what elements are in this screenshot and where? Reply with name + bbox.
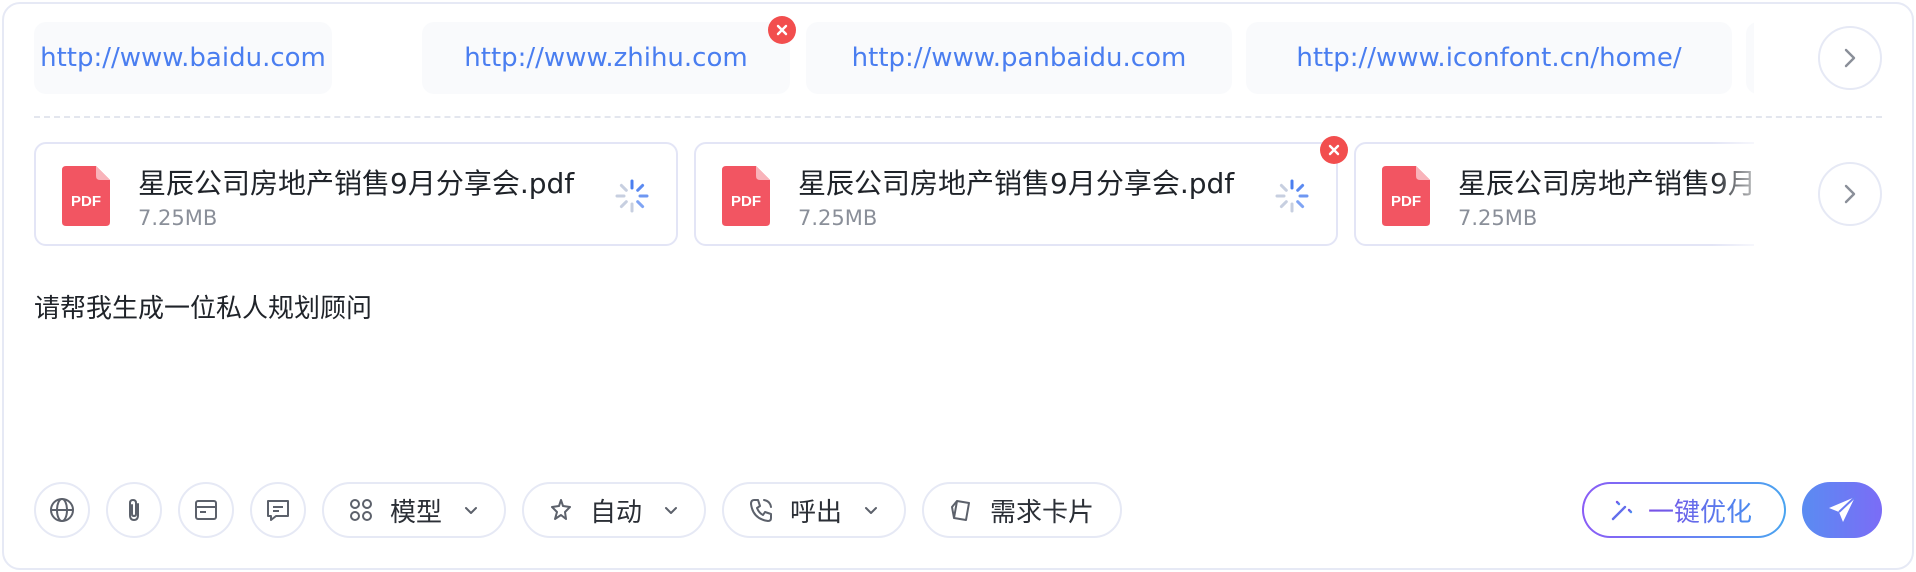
prompt-input[interactable]: 请帮我生成一位私人规划顾问	[34, 288, 372, 325]
link-url: http://www.baidu.com	[40, 43, 326, 73]
pdf-file-icon: PDF	[62, 166, 110, 226]
file-card[interactable]: PDF 星辰公司房地产销售9月分享会.pdf 7.25MB	[694, 142, 1338, 246]
link-chip[interactable]: http://www.iconfont.cn/home/	[1246, 22, 1732, 94]
cards-icon	[951, 500, 970, 521]
send-paper-plane-icon	[1829, 496, 1856, 522]
globe-icon	[50, 498, 74, 522]
attach-file-button[interactable]	[106, 482, 162, 538]
file-card[interactable]: PDF 星辰公司房地产销售9月分享会.pdf 7.25MB	[1354, 142, 1754, 246]
link-chip[interactable]: http://www.baidu.com	[34, 22, 332, 94]
link-chip[interactable]: http://www.zhihu.com	[422, 22, 790, 94]
browser-window-icon	[195, 500, 217, 520]
model-select[interactable]: 模型	[322, 482, 506, 538]
chevron-down-icon	[465, 507, 478, 514]
files-scroll-next-button[interactable]	[1818, 162, 1882, 226]
pdf-file-icon: PDF	[722, 166, 770, 226]
file-size: 7.25MB	[1458, 206, 1538, 230]
file-name: 星辰公司房地产销售9月分享会.pdf	[798, 167, 1235, 200]
magic-wand-icon	[1611, 498, 1633, 521]
link-url: http://www.panbaidu.com	[851, 43, 1187, 73]
section-divider	[34, 116, 1882, 118]
grid-apps-icon	[350, 499, 372, 521]
link-chip[interactable]: http://www.panbaidu.com	[806, 22, 1232, 94]
link-url: http://www.iconfont.cn/home/	[1296, 43, 1682, 73]
one-click-optimize-button[interactable]: 一键优化	[1582, 482, 1786, 538]
close-icon	[776, 24, 788, 36]
model-select-label: 模型	[390, 497, 443, 528]
file-name: 星辰公司房地产销售9月分享会.pdf	[1458, 167, 1754, 200]
demand-card-button[interactable]: 需求卡片	[922, 482, 1122, 538]
links-scroll-next-button[interactable]	[1818, 26, 1882, 90]
browser-window-button[interactable]	[178, 482, 234, 538]
close-icon	[1328, 144, 1340, 156]
remove-link-button[interactable]	[768, 16, 796, 44]
remove-file-button[interactable]	[1320, 136, 1348, 164]
chevron-right-icon	[1844, 184, 1856, 204]
loading-spinner-icon	[1275, 179, 1309, 213]
chevron-down-icon	[865, 507, 878, 514]
file-size: 7.25MB	[798, 206, 878, 230]
pdf-icon-label: PDF	[71, 193, 101, 210]
file-size: 7.25MB	[138, 206, 218, 230]
message-button[interactable]	[250, 482, 306, 538]
message-icon	[267, 500, 289, 521]
link-chip-row: http://www.baidu.com http://www.zhihu.co…	[34, 22, 1754, 94]
optimize-label: 一键优化	[1648, 492, 1752, 529]
chevron-right-icon	[1844, 48, 1856, 68]
sparkle-pin-icon	[551, 499, 571, 520]
pdf-file-icon: PDF	[1382, 166, 1430, 226]
callout-select[interactable]: 呼出	[722, 482, 906, 538]
scroll-fade-mask	[1712, 140, 1812, 248]
file-card-row: PDF 星辰公司房地产销售9月分享会.pdf 7.25MB PDF 星辰公司房地…	[34, 140, 1754, 248]
pdf-icon-label: PDF	[1391, 193, 1421, 210]
web-search-button[interactable]	[34, 482, 90, 538]
send-button[interactable]	[1802, 482, 1882, 538]
link-chip-partial[interactable]	[1746, 22, 1754, 94]
callout-label: 呼出	[790, 497, 843, 528]
paperclip-icon	[129, 498, 139, 522]
demand-card-label: 需求卡片	[990, 497, 1095, 528]
phone-call-icon	[750, 499, 772, 522]
loading-spinner-icon	[615, 179, 649, 213]
chevron-down-icon	[665, 507, 678, 514]
auto-mode-label: 自动	[590, 497, 643, 528]
pdf-icon-label: PDF	[731, 193, 761, 210]
auto-mode-select[interactable]: 自动	[522, 482, 706, 538]
file-card[interactable]: PDF 星辰公司房地产销售9月分享会.pdf 7.25MB	[34, 142, 678, 246]
link-url: http://www.zhihu.com	[464, 43, 748, 73]
file-name: 星辰公司房地产销售9月分享会.pdf	[138, 167, 575, 200]
